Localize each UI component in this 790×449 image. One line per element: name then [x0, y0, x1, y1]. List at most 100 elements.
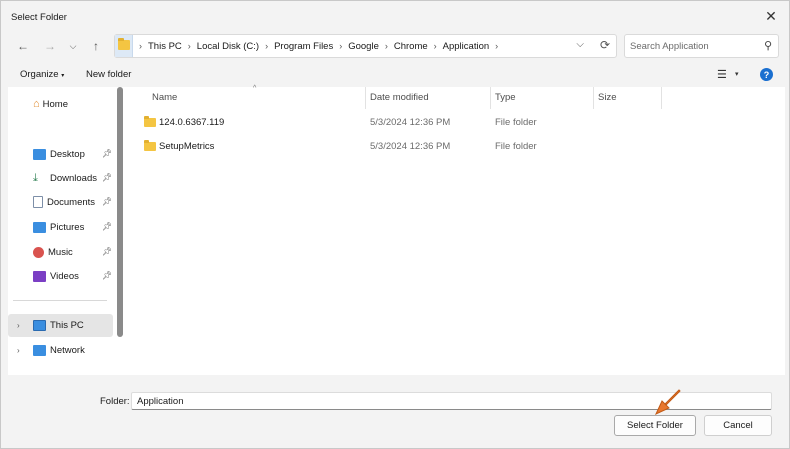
- column-header-type[interactable]: Type: [495, 92, 516, 103]
- column-divider[interactable]: [490, 87, 491, 109]
- nav-item-label: Music: [48, 246, 73, 258]
- column-header-name[interactable]: Name: [152, 92, 177, 103]
- arrow-up-icon: ↑: [93, 39, 99, 53]
- caret-down-icon[interactable]: ▾: [735, 70, 739, 78]
- folder-icon: [118, 38, 130, 50]
- nav-item-label: Desktop: [50, 148, 85, 160]
- pin-icon[interactable]: 📌︎: [102, 271, 112, 280]
- chevron-right-icon[interactable]: ›: [17, 346, 20, 355]
- folder-icon: [144, 116, 156, 127]
- document-icon: [33, 196, 43, 208]
- file-type: File folder: [495, 117, 537, 128]
- nav-item-label: Pictures: [50, 221, 85, 233]
- file-date: 5/3/2024 12:36 PM: [370, 141, 451, 152]
- address-bar[interactable]: › This PC › Local Disk (C:) › Program Fi…: [114, 34, 617, 58]
- nav-item-label: Downloads: [50, 172, 97, 184]
- videos-icon: [33, 270, 46, 282]
- arrow-right-icon: →: [44, 39, 56, 53]
- breadcrumb-chrome[interactable]: Chrome: [394, 41, 428, 52]
- back-button[interactable]: ←: [13, 36, 33, 56]
- nav-item-downloads[interactable]: ⤓ Downloads: [33, 168, 97, 188]
- breadcrumb: › This PC › Local Disk (C:) › Program Fi…: [133, 35, 504, 57]
- file-row[interactable]: SetupMetrics 5/3/2024 12:36 PM File fold…: [144, 137, 644, 157]
- nav-item-network[interactable]: Network: [33, 340, 85, 360]
- close-icon: ✕: [765, 7, 777, 24]
- nav-item-label: Home: [42, 98, 68, 110]
- desktop-icon: [33, 148, 46, 160]
- pin-icon[interactable]: 📌︎: [102, 173, 112, 182]
- chevron-right-icon[interactable]: ›: [17, 321, 20, 330]
- file-type: File folder: [495, 141, 537, 152]
- refresh-icon: ⟳: [599, 38, 610, 52]
- folder-icon: [144, 140, 156, 151]
- title-bar: Select Folder ✕: [1, 1, 789, 31]
- music-icon: [33, 246, 44, 258]
- chevron-right-icon[interactable]: ›: [385, 41, 388, 51]
- column-divider[interactable]: [365, 87, 366, 109]
- select-folder-button[interactable]: Select Folder: [614, 415, 696, 436]
- file-name: 124.0.6367.119: [159, 117, 225, 128]
- download-icon: ⤓: [33, 171, 38, 184]
- search-icon: ⚲: [763, 40, 772, 52]
- breadcrumb-google[interactable]: Google: [348, 41, 379, 52]
- caret-down-icon: ▾: [61, 73, 65, 79]
- up-button[interactable]: ↑: [86, 36, 106, 56]
- column-header-size[interactable]: Size: [598, 92, 616, 103]
- nav-item-label: Network: [50, 344, 85, 356]
- nav-item-desktop[interactable]: Desktop: [33, 144, 85, 164]
- file-name: SetupMetrics: [159, 141, 215, 152]
- refresh-button[interactable]: ⟳: [600, 38, 610, 52]
- help-icon[interactable]: ?: [760, 68, 773, 81]
- column-divider[interactable]: [661, 87, 662, 109]
- search-box[interactable]: Search Application ⚲: [624, 34, 779, 58]
- chevron-down-icon: ⌵: [69, 40, 77, 51]
- breadcrumb-local-disk[interactable]: Local Disk (C:): [197, 41, 259, 52]
- select-folder-dialog: PC Select Folder ✕ ← → ⌵ ↑ › This PC › L…: [0, 0, 790, 449]
- new-folder-button[interactable]: New folder: [86, 69, 131, 80]
- breadcrumb-program-files[interactable]: Program Files: [274, 41, 333, 52]
- organize-label: Organize: [20, 69, 59, 80]
- nav-item-music[interactable]: Music: [33, 242, 73, 262]
- pin-icon[interactable]: 📌︎: [102, 197, 112, 206]
- chevron-right-icon[interactable]: ›: [434, 41, 437, 51]
- breadcrumb-this-pc[interactable]: This PC: [148, 41, 182, 52]
- nav-item-documents[interactable]: Documents: [33, 192, 95, 212]
- address-history-dropdown[interactable]: ⌵: [576, 39, 584, 50]
- cancel-button[interactable]: Cancel: [704, 415, 772, 436]
- chevron-right-icon[interactable]: ›: [495, 41, 498, 51]
- pin-icon[interactable]: 📌︎: [102, 222, 112, 231]
- chevron-right-icon[interactable]: ›: [265, 41, 268, 51]
- annotation-arrow-icon: [654, 389, 681, 416]
- home-icon: ⌂: [33, 98, 40, 110]
- view-options-icon[interactable]: ☰: [717, 68, 727, 81]
- nav-divider: [13, 300, 107, 301]
- nav-item-home[interactable]: ⌂ Home: [33, 94, 68, 114]
- nav-item-this-pc[interactable]: This PC: [33, 315, 84, 335]
- nav-item-pictures[interactable]: Pictures: [33, 217, 84, 237]
- recent-locations-button[interactable]: ⌵: [63, 36, 83, 56]
- chevron-right-icon[interactable]: ›: [339, 41, 342, 51]
- pictures-icon: [33, 221, 46, 233]
- nav-item-label: Videos: [50, 270, 79, 282]
- pin-icon[interactable]: 📌︎: [102, 247, 112, 256]
- nav-item-label: This PC: [50, 319, 84, 331]
- breadcrumb-application[interactable]: Application: [443, 41, 489, 52]
- navigation-scrollbar[interactable]: [117, 87, 123, 337]
- chevron-right-icon[interactable]: ›: [188, 41, 191, 51]
- nav-item-label: Documents: [47, 196, 96, 208]
- file-date: 5/3/2024 12:36 PM: [370, 117, 451, 128]
- close-button[interactable]: ✕: [759, 6, 783, 26]
- chevron-right-icon[interactable]: ›: [139, 41, 142, 51]
- sort-ascending-icon: ^: [253, 85, 257, 92]
- nav-item-videos[interactable]: Videos: [33, 266, 79, 286]
- forward-button[interactable]: →: [40, 36, 60, 56]
- window-title: Select Folder: [11, 12, 67, 23]
- pin-icon[interactable]: 📌︎: [102, 149, 112, 158]
- organize-menu[interactable]: Organize ▾: [20, 69, 64, 80]
- column-divider[interactable]: [593, 87, 594, 109]
- network-icon: [33, 344, 46, 356]
- computer-icon: [33, 319, 46, 331]
- chevron-down-icon: ⌵: [576, 39, 584, 50]
- file-row[interactable]: 124.0.6367.119 5/3/2024 12:36 PM File fo…: [144, 113, 644, 133]
- column-header-date-modified[interactable]: Date modified: [370, 92, 429, 103]
